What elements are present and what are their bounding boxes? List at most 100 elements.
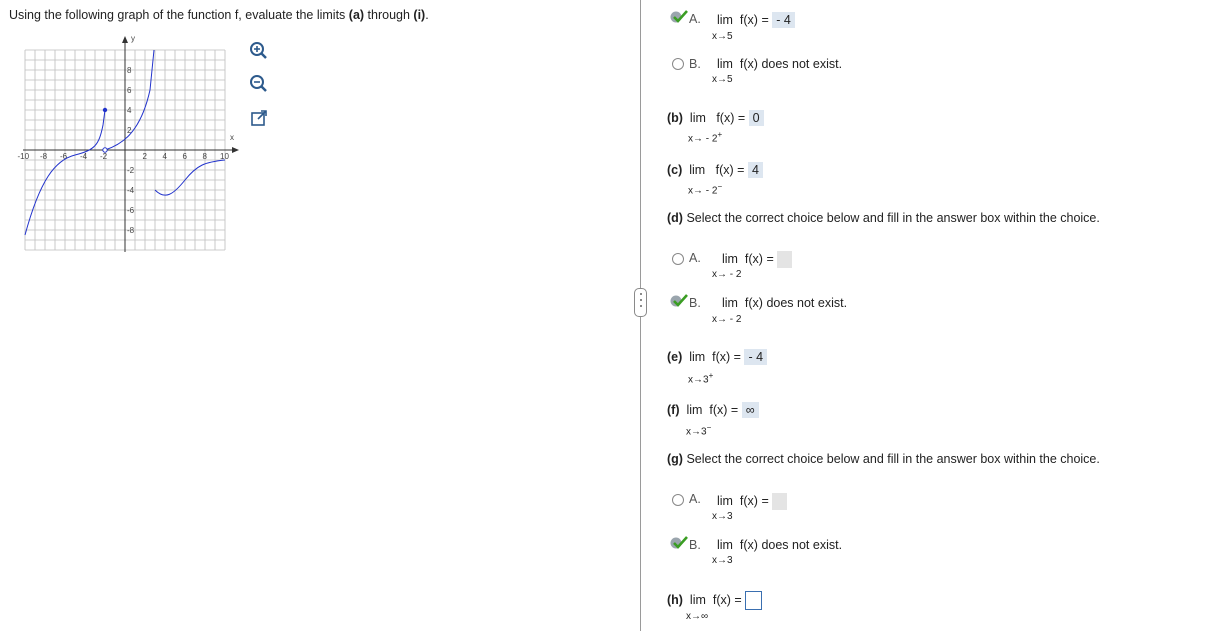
lim-label: lim — [722, 251, 738, 266]
answer-input[interactable] — [745, 591, 763, 610]
function-label: f(x) = — [739, 493, 769, 508]
answer-value: - 4 — [744, 349, 768, 365]
limit-subscript: x→3 — [712, 511, 733, 522]
part-c: (c) lim f(x) = 4 — [667, 162, 763, 178]
part-d-prompt: (d) Select the correct choice below and … — [667, 211, 1100, 225]
checkmark-icon — [670, 536, 688, 549]
option-letter[interactable]: A. — [689, 12, 701, 26]
y-tick-label: 8 — [127, 66, 132, 75]
part-label: (c) — [667, 163, 683, 177]
lim-label: lim — [717, 538, 733, 552]
zoom-in-icon[interactable] — [248, 40, 268, 60]
does-not-exist-text: f(x) does not exist. — [739, 538, 843, 552]
x-tick-label: -10 — [18, 152, 30, 161]
limit-expression: lim f(x) does not exist. — [717, 57, 842, 71]
part-label: (f) — [667, 403, 680, 417]
subscript-side: + — [708, 371, 714, 380]
instructions: Using the following graph of the functio… — [9, 8, 429, 22]
subscript-side: − — [706, 423, 712, 432]
zoom-out-icon[interactable] — [248, 73, 268, 93]
limit-subscript: x→5 — [712, 31, 733, 42]
function-label: f(x) = — [744, 251, 774, 266]
part-label: (g) — [667, 452, 683, 466]
y-tick-label: -8 — [127, 226, 135, 235]
lim-label: lim — [717, 57, 733, 71]
limit-subscript: x→5 — [712, 74, 733, 85]
y-tick-label: -6 — [127, 206, 135, 215]
prompt-text: Select the correct choice below and fill… — [682, 211, 1100, 225]
does-not-exist-text: f(x) does not exist. — [744, 296, 848, 310]
y-tick-label: -2 — [127, 166, 135, 175]
function-label: f(x) = — [715, 163, 745, 177]
limit-expression: lim f(x) = — [722, 251, 793, 268]
limit-subscript: x→∞ — [686, 611, 709, 622]
limit-subscript: x→ - 2+ — [688, 130, 722, 144]
option-letter[interactable]: A. — [689, 251, 701, 265]
instructions-part-i: (i) — [413, 8, 426, 22]
option-letter[interactable]: B. — [689, 296, 701, 310]
limit-expression: lim f(x) = — [717, 493, 788, 510]
y-axis-arrow — [122, 36, 128, 43]
limit-subscript: x→ - 2 — [712, 314, 742, 325]
part-label: (e) — [667, 350, 683, 364]
option-b-radio[interactable] — [672, 58, 684, 70]
x-tick-label: -2 — [100, 152, 108, 161]
limit-expression: lim f(x) does not exist. — [717, 538, 842, 552]
resize-handle[interactable] — [634, 288, 647, 317]
checkmark-icon — [670, 10, 688, 23]
answer-value: ∞ — [741, 402, 759, 418]
answer-value: 0 — [748, 110, 764, 126]
option-letter[interactable]: B. — [689, 57, 701, 71]
lim-label: lim — [722, 296, 738, 310]
y-tick-label: 4 — [127, 106, 132, 115]
x-axis-arrow — [232, 147, 239, 153]
part-label: (h) — [667, 592, 683, 607]
function-label: f(x) = — [716, 111, 746, 125]
function-label: f(x) = — [712, 350, 741, 364]
y-tick-label: 2 — [127, 126, 132, 135]
lim-label: lim — [689, 350, 706, 364]
subscript-text: x→ - 2 — [688, 185, 718, 197]
option-letter[interactable]: B. — [689, 538, 701, 552]
subscript-text: x→3 — [688, 374, 709, 386]
x-tick-label: 8 — [203, 152, 208, 161]
open-point — [102, 147, 108, 153]
lim-label: lim — [689, 592, 706, 607]
instructions-text-mid: through — [364, 8, 414, 22]
lim-label: lim — [717, 13, 733, 27]
y-tick-label: 6 — [127, 86, 132, 95]
subscript-text: x→ - 2 — [688, 133, 718, 145]
limit-expression: lim f(x) = - 4 — [717, 12, 795, 28]
answer-value: 4 — [747, 162, 763, 178]
prompt-text: Select the correct choice below and fill… — [682, 452, 1100, 466]
function-graph: xy -10 -8 -6 -4 -2 2 4 6 8 108642-2-4-6-8 — [18, 34, 239, 252]
lim-label: lim — [686, 403, 703, 417]
option-a-radio[interactable] — [672, 253, 684, 265]
subscript-text: x→3 — [686, 426, 707, 438]
option-a-radio[interactable] — [672, 494, 684, 506]
instructions-text: Using the following graph of the functio… — [9, 8, 349, 22]
answer-box[interactable] — [777, 251, 793, 268]
subscript-side: + — [717, 130, 723, 139]
option-letter[interactable]: A. — [689, 492, 701, 506]
part-f: (f) lim f(x) = ∞ — [667, 402, 759, 418]
popout-icon[interactable] — [249, 108, 269, 128]
x-tick-label: 2 — [143, 152, 148, 161]
x-tick-label: 6 — [183, 152, 188, 161]
x-axis-label: x — [230, 133, 234, 142]
part-h: (h) lim f(x) = — [667, 591, 763, 610]
function-label: f(x) = — [712, 592, 742, 607]
lim-label: lim — [689, 111, 706, 125]
instructions-part-a: (a) — [348, 8, 365, 22]
function-label: f(x) = — [739, 13, 769, 27]
x-tick-label: -8 — [40, 152, 48, 161]
part-b: (b) lim f(x) = 0 — [667, 110, 764, 126]
function-label: f(x) = — [709, 403, 739, 417]
closed-point — [102, 107, 108, 113]
y-axis-label: y — [131, 34, 135, 43]
part-e: (e) lim f(x) = - 4 — [667, 349, 768, 365]
limit-subscript: x→3+ — [688, 371, 713, 385]
limit-subscript: x→3− — [686, 423, 711, 437]
answer-box[interactable] — [772, 493, 788, 510]
limit-subscript: x→3 — [712, 555, 733, 566]
